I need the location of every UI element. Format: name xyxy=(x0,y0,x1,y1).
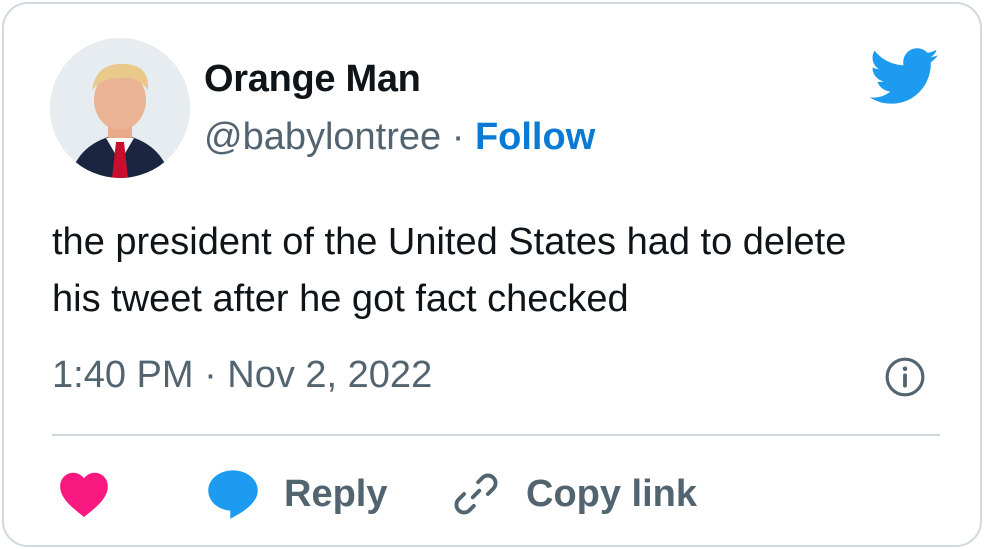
tweet-text: the president of the United States had t… xyxy=(52,214,952,328)
heart-icon xyxy=(60,472,108,517)
separator-dot: · xyxy=(451,116,475,158)
avatar-image xyxy=(50,38,190,178)
copy-link-button[interactable]: Copy link xyxy=(450,466,697,522)
tweet-card: Orange Man @babylontree · Follow the pre… xyxy=(2,2,982,547)
speech-bubble-icon xyxy=(208,470,258,519)
reply-button[interactable]: Reply xyxy=(206,466,387,522)
info-icon[interactable] xyxy=(884,356,926,398)
like-button[interactable] xyxy=(58,466,110,522)
divider xyxy=(52,434,940,436)
tweet-text-line: the president of the United States had t… xyxy=(52,221,847,263)
avatar[interactable] xyxy=(50,38,190,178)
copy-link-label: Copy link xyxy=(526,472,698,515)
tweet-timestamp[interactable]: 1:40 PM · Nov 2, 2022 xyxy=(52,354,432,397)
follow-button[interactable]: Follow xyxy=(475,116,595,158)
tweet-text-line: his tweet after he got fact checked xyxy=(52,278,629,320)
handle-row: @babylontree · Follow xyxy=(204,116,595,159)
reply-label: Reply xyxy=(284,472,388,515)
link-icon xyxy=(454,473,498,515)
display-name[interactable]: Orange Man xyxy=(204,58,421,101)
user-handle[interactable]: @babylontree xyxy=(204,116,441,158)
twitter-bird-icon[interactable] xyxy=(870,48,940,106)
